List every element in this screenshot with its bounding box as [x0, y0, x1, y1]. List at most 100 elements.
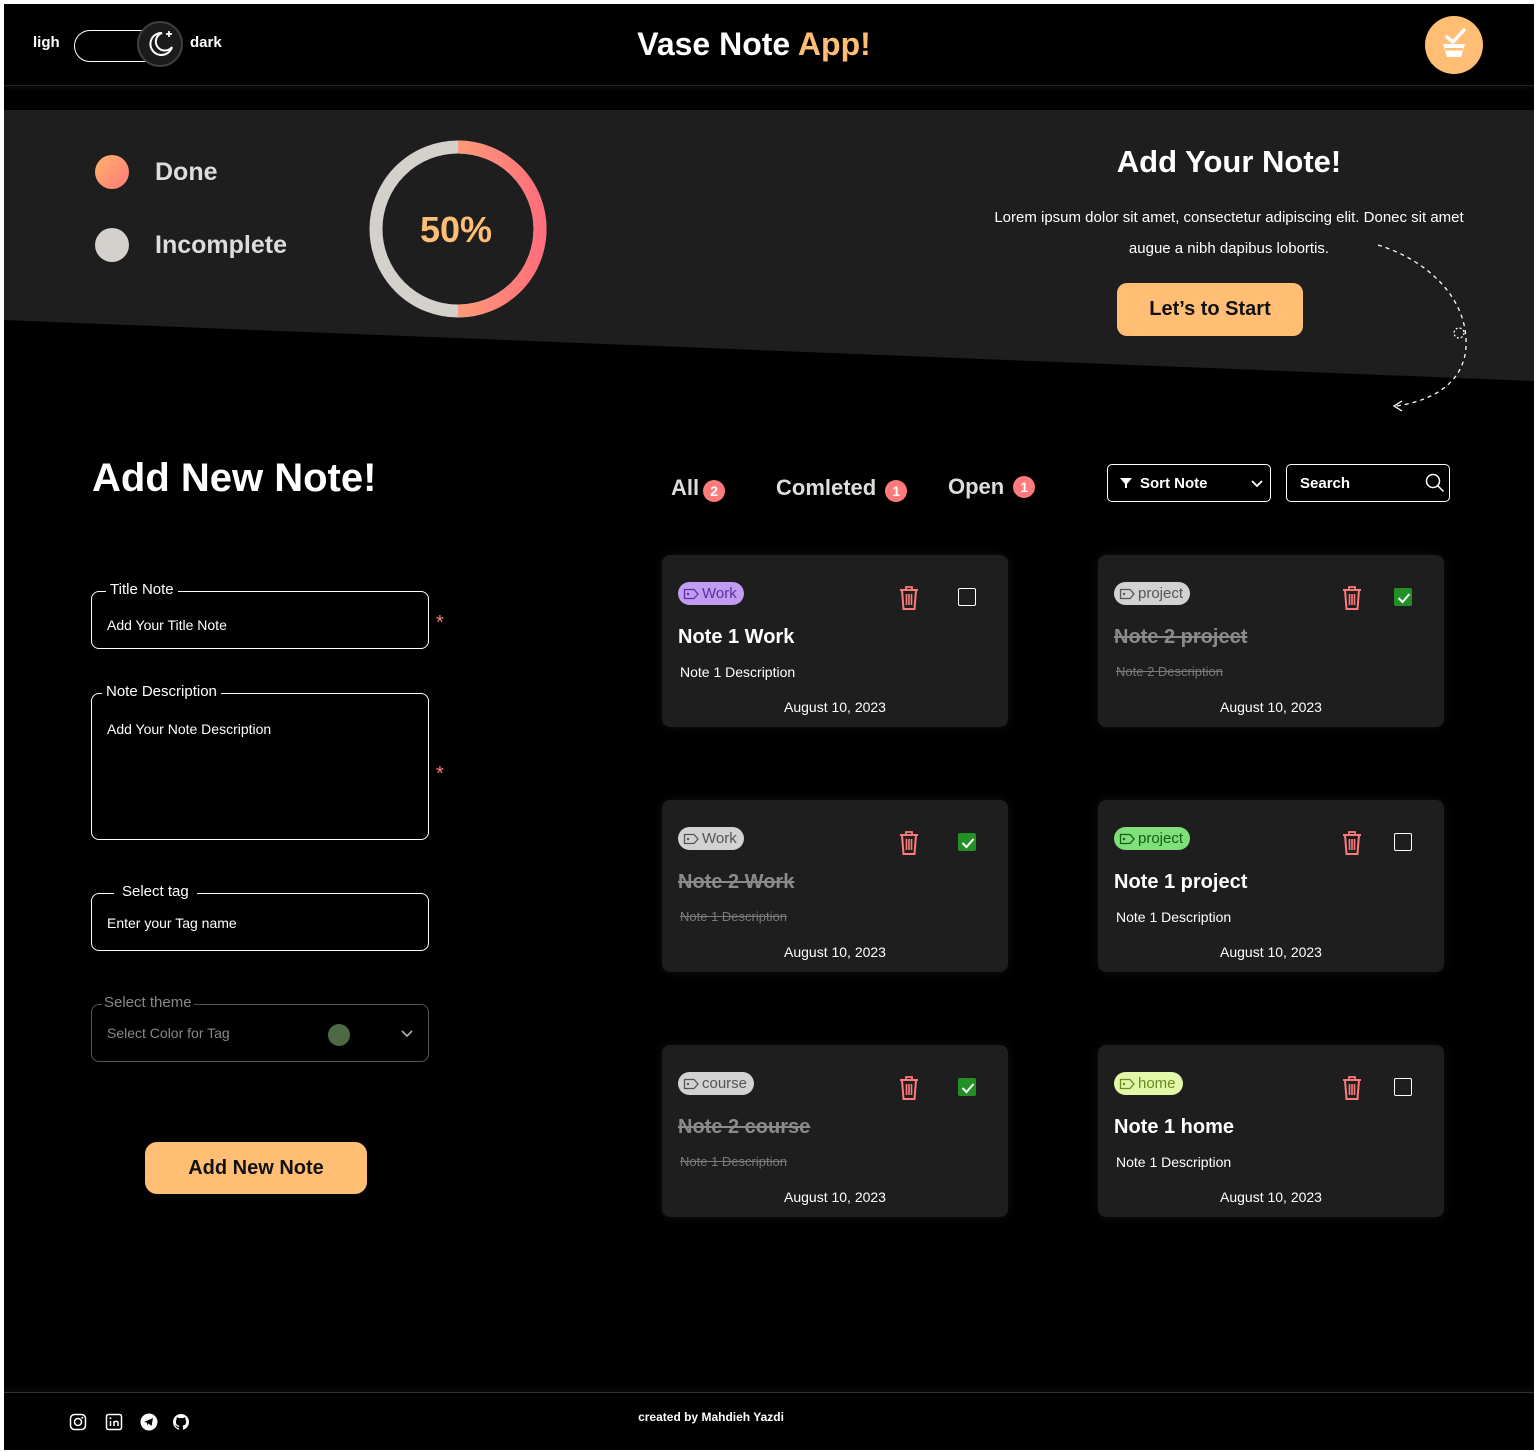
note-card[interactable]: home Note 1 home Note 1 Description August …: [1098, 1045, 1444, 1217]
trash-icon[interactable]: [898, 1075, 920, 1106]
note-tag-label: Work: [702, 585, 737, 602]
done-checkbox[interactable]: [1394, 588, 1412, 606]
note-tag[interactable]: Work: [678, 827, 744, 850]
done-checkbox[interactable]: [958, 833, 976, 851]
tag-icon: [683, 588, 699, 600]
note-date: August 10, 2023: [784, 944, 886, 960]
done-checkbox[interactable]: [1394, 833, 1412, 851]
chevron-down-icon: [401, 1030, 413, 1038]
tab-open[interactable]: Open 1: [948, 474, 1036, 500]
title-field-legend: Title Note: [106, 581, 178, 598]
add-note-button[interactable]: Add New Note: [145, 1142, 367, 1194]
theme-select[interactable]: Select theme Select Color for Tag: [91, 994, 429, 1062]
note-title: Note 1 project: [1114, 871, 1248, 893]
tag-icon: [683, 1078, 699, 1090]
note-description: Note 2 Description: [1116, 664, 1223, 679]
trash-icon[interactable]: [1341, 1075, 1363, 1106]
trash-icon[interactable]: [1341, 585, 1363, 616]
legend-incomplete-label: Incomplete: [155, 231, 287, 259]
tab-all[interactable]: All 2: [671, 474, 726, 502]
sort-dropdown-label: Sort Note: [1140, 474, 1208, 492]
note-description: Note 1 Description: [680, 1154, 787, 1169]
note-tag-label: home: [1138, 1075, 1176, 1092]
done-checkbox[interactable]: [958, 588, 976, 606]
note-card[interactable]: Work Note 2 Work Note 1 Description August …: [662, 800, 1008, 972]
tag-field[interactable]: Select tag Enter your Tag name: [91, 883, 429, 951]
trash-icon[interactable]: [898, 830, 920, 861]
description-field-legend: Note Description: [102, 683, 221, 700]
theme-color-swatch: [328, 1024, 350, 1046]
app-title-main: Vase Note: [637, 26, 791, 62]
trash-icon[interactable]: [898, 585, 920, 616]
note-tag-label: project: [1138, 585, 1184, 602]
note-date: August 10, 2023: [784, 699, 886, 715]
note-tag[interactable]: project: [1114, 582, 1191, 605]
note-date: August 10, 2023: [784, 1189, 886, 1205]
description-required-mark: *: [436, 763, 444, 785]
tab-open-count: 1: [1013, 476, 1036, 498]
note-tag-label: project: [1138, 830, 1184, 847]
tag-icon: [683, 833, 699, 845]
footer-credit: created by Mahdieh Yazdi: [638, 1410, 784, 1424]
legend-done-label: Done: [155, 158, 218, 186]
app-frame: ligh dark Vase Note App! Done Incomplete: [4, 4, 1534, 1450]
note-description: Note 1 Description: [1116, 909, 1232, 925]
note-description: Note 1 Description: [680, 909, 787, 924]
note-title: Note 2 Work: [678, 871, 795, 893]
note-title: Note 2 project: [1114, 626, 1248, 648]
done-checkbox[interactable]: [958, 1078, 976, 1096]
tag-field-legend: Select tag: [114, 883, 197, 900]
app-title-accent: App!: [797, 26, 871, 62]
tab-completed-label: Comleted: [776, 475, 877, 500]
tag-icon: [1119, 588, 1135, 600]
top-bar: ligh dark Vase Note App!: [4, 4, 1534, 86]
tab-completed[interactable]: Comleted 1: [776, 474, 908, 502]
form-title: Add New Note!: [92, 456, 377, 500]
footer: created by Mahdieh Yazdi: [4, 1392, 1534, 1450]
sort-dropdown[interactable]: Sort Note: [1107, 464, 1271, 502]
note-date: August 10, 2023: [1220, 944, 1322, 960]
note-card[interactable]: project Note 2 project Note 2 Description A…: [1098, 555, 1444, 727]
tab-all-label: All: [671, 475, 700, 500]
note-title: Note 1 Work: [678, 626, 795, 648]
theme-select-placeholder: Select Color for Tag: [107, 1025, 230, 1041]
note-date: August 10, 2023: [1220, 1189, 1322, 1205]
start-button[interactable]: Let’s to Start: [1117, 283, 1303, 336]
hero-text: Lorem ipsum dolor sit amet, consectetur …: [994, 209, 1464, 257]
theme-select-legend: Select theme: [102, 994, 194, 1011]
legend-done-dot: [95, 155, 129, 189]
note-card[interactable]: Work Note 1 Work Note 1 Description August …: [662, 555, 1008, 727]
description-field[interactable]: Note Description Add Your Note Descripti…: [91, 683, 429, 840]
tag-field-placeholder: Enter your Tag name: [107, 915, 237, 931]
search-input[interactable]: Search: [1286, 464, 1450, 502]
chevron-down-icon: [1251, 480, 1263, 488]
legend-incomplete-dot: [95, 228, 129, 262]
note-tag[interactable]: course: [678, 1072, 755, 1095]
search-icon: [1425, 473, 1445, 493]
hero-title: Add Your Note!: [1116, 144, 1342, 179]
description-field-placeholder: Add Your Note Description: [107, 721, 272, 737]
note-tag[interactable]: home: [1114, 1072, 1183, 1095]
note-card[interactable]: project Note 1 project Note 1 Description A…: [1098, 800, 1444, 972]
tab-open-label: Open: [948, 474, 1005, 499]
app-logo: [1425, 16, 1483, 74]
done-checkbox[interactable]: [1394, 1078, 1412, 1096]
trash-icon[interactable]: [1341, 830, 1363, 861]
tab-completed-count: 1: [885, 480, 908, 502]
progress-percent: 50%: [419, 209, 493, 250]
note-tag[interactable]: project: [1114, 827, 1191, 850]
note-description: Note 1 Description: [1116, 1154, 1232, 1170]
tag-icon: [1119, 833, 1135, 845]
title-field-placeholder: Add Your Title Note: [107, 617, 227, 633]
note-date: August 10, 2023: [1220, 699, 1322, 715]
search-placeholder: Search: [1300, 474, 1351, 492]
note-tag-label: course: [702, 1075, 748, 1092]
note-title: Note 1 home: [1114, 1116, 1235, 1138]
filter-icon: [1120, 478, 1132, 488]
title-field[interactable]: Title Note Add Your Title Note: [91, 581, 429, 649]
vase-check-icon: [1443, 28, 1466, 57]
note-tag[interactable]: Work: [678, 582, 744, 605]
title-required-mark: *: [436, 612, 444, 634]
note-title: Note 2 course: [678, 1116, 811, 1138]
note-card[interactable]: course Note 2 course Note 1 Description Aug…: [662, 1045, 1008, 1217]
